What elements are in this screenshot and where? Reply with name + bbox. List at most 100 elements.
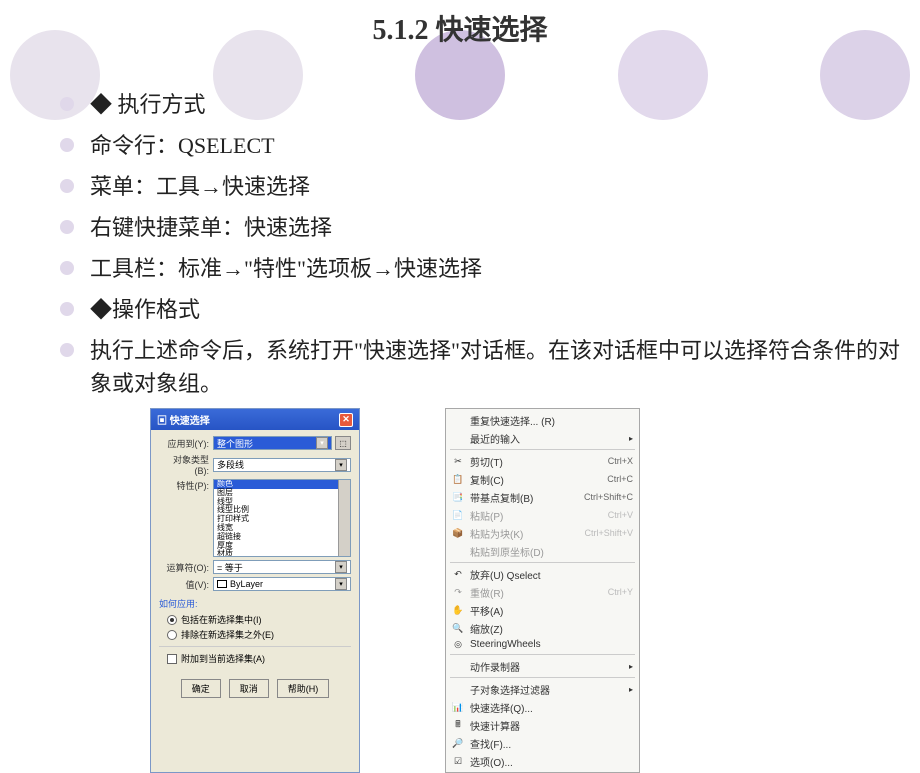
bullet-icon (60, 302, 74, 316)
menu-icon: 📦 (450, 527, 466, 539)
menu-item[interactable]: 重复快速选择... (R) (446, 411, 639, 429)
checkbox-append[interactable]: 附加到当前选择集(A) (167, 652, 351, 665)
menu-icon: ✂ (450, 455, 466, 467)
menu-item: ↷重做(R)Ctrl+Y (446, 583, 639, 601)
menu-separator (450, 562, 635, 563)
menu-icon (450, 683, 466, 695)
howapply-label: 如何应用: (159, 597, 351, 610)
label-objtype: 对象类型(B): (159, 453, 209, 476)
menu-label: 粘贴(P) (470, 508, 608, 523)
scrollbar[interactable] (338, 480, 350, 556)
menu-label: 子对象选择过滤器 (470, 682, 629, 697)
menu-icon (450, 660, 466, 672)
bullet-icon (60, 343, 74, 357)
bullet-icon (60, 179, 74, 193)
menu-item[interactable]: ◎ SteeringWheels (446, 637, 639, 652)
cancel-button[interactable]: 取消 (229, 679, 269, 698)
chevron-down-icon: ▾ (335, 561, 347, 573)
list-item[interactable]: 材质 (214, 550, 350, 557)
label-operator: 运算符(O): (159, 561, 209, 574)
menu-separator (450, 654, 635, 655)
help-button[interactable]: 帮助(H) (277, 679, 330, 698)
content-area: ◆ 执行方式 命令行：QSELECT 菜单：工具→快速选择 右键快捷菜单：快速选… (0, 48, 920, 773)
menu-item[interactable]: 子对象选择过滤器▸ (446, 680, 639, 698)
menu-icon: 📄 (450, 509, 466, 521)
context-menu: 重复快速选择... (R)最近的输入▸✂剪切(T)Ctrl+X📋复制(C)Ctr… (445, 408, 640, 773)
bullet-text: 菜单：工具→快速选择 (90, 170, 310, 203)
bullet-text: 右键快捷菜单：快速选择 (90, 211, 332, 244)
menu-item[interactable]: 最近的输入▸ (446, 429, 639, 447)
menu-separator (450, 449, 635, 450)
menu-label: 粘贴为块(K) (470, 526, 584, 541)
menu-icon (450, 414, 466, 426)
menu-item[interactable]: ☑选项(O)... (446, 752, 639, 770)
bullet-text: ◆ 执行方式 (90, 88, 206, 121)
menu-item[interactable]: ✂剪切(T)Ctrl+X (446, 452, 639, 470)
chevron-down-icon: ▾ (335, 459, 347, 471)
menu-label: 放弃(U) Qselect (470, 567, 633, 582)
list-item[interactable]: 超链接 (214, 533, 350, 542)
bullet-icon (60, 261, 74, 275)
menu-icon: ↶ (450, 568, 466, 580)
menu-label: SteeringWheels (470, 639, 633, 650)
menu-label: 查找(F)... (470, 736, 633, 751)
pick-objects-button[interactable]: ⬚ (335, 436, 351, 450)
menu-item[interactable]: 🔎 查找(F)... (446, 734, 639, 752)
menu-label: 最近的输入 (470, 431, 629, 446)
menu-item[interactable]: 📋复制(C)Ctrl+C (446, 470, 639, 488)
radio-include[interactable]: 包括在新选择集中(I) (167, 613, 351, 626)
menu-separator (450, 677, 635, 678)
menu-label: 重复快速选择... (R) (470, 413, 633, 428)
menu-label: 平移(A) (470, 603, 633, 618)
dialog-title-text: 快速选择 (170, 416, 210, 427)
menu-icon (450, 545, 466, 557)
menu-item[interactable]: ✋ 平移(A) (446, 601, 639, 619)
applyto-select[interactable]: 整个图形▾ (213, 436, 332, 450)
menu-shortcut: Ctrl+C (607, 474, 633, 484)
menu-item[interactable]: 🖩快速计算器 (446, 716, 639, 734)
menu-item[interactable]: 🔍 缩放(Z) (446, 619, 639, 637)
menu-item[interactable]: ↶ 放弃(U) Qselect (446, 565, 639, 583)
checkbox-icon (167, 654, 177, 664)
bullet-text: 命令行：QSELECT (90, 129, 275, 162)
list-item[interactable]: 颜色 (214, 480, 350, 489)
menu-icon: 🔎 (450, 737, 466, 749)
menu-item[interactable]: 📑带基点复制(B)Ctrl+Shift+C (446, 488, 639, 506)
list-item[interactable]: 图层 (214, 489, 350, 498)
chevron-down-icon: ▾ (335, 578, 347, 590)
operator-select[interactable]: = 等于▾ (213, 560, 351, 574)
bullet-text: ◆操作格式 (90, 293, 200, 326)
menu-label: 动作录制器 (470, 659, 629, 674)
close-icon[interactable]: ✕ (339, 413, 353, 427)
chevron-right-icon: ▸ (629, 434, 633, 443)
list-item[interactable]: 厚度 (214, 542, 350, 551)
menu-shortcut: Ctrl+Shift+V (584, 528, 633, 538)
menu-label: 粘贴到原坐标(D) (470, 544, 633, 559)
menu-label: 缩放(Z) (470, 621, 633, 636)
menu-icon: ✋ (450, 604, 466, 616)
label-value: 值(V): (159, 578, 209, 591)
menu-icon: 🔍 (450, 622, 466, 634)
radio-exclude[interactable]: 排除在新选择集之外(E) (167, 628, 351, 641)
menu-label: 重做(R) (470, 585, 608, 600)
bullet-icon (60, 220, 74, 234)
objtype-select[interactable]: 多段线▾ (213, 458, 351, 472)
menu-item: 📦 粘贴为块(K)Ctrl+Shift+V (446, 524, 639, 542)
page-title: 5.1.2 快速选择 (0, 0, 920, 48)
bullet-icon (60, 97, 74, 111)
list-item[interactable]: 打印样式 (214, 515, 350, 524)
value-select[interactable]: ByLayer▾ (213, 577, 351, 591)
menu-item[interactable]: 📊快速选择(Q)... (446, 698, 639, 716)
chevron-right-icon: ▸ (629, 685, 633, 694)
label-applyto: 应用到(Y): (159, 437, 209, 450)
menu-label: 快速选择(Q)... (470, 700, 633, 715)
dialog-titlebar: ▣ 快速选择 ✕ (151, 409, 359, 430)
menu-item[interactable]: 动作录制器▸ (446, 657, 639, 675)
menu-label: 选项(O)... (470, 754, 633, 769)
property-listbox[interactable]: 颜色 图层 线型 线型比例 打印样式 线宽 超链接 厚度 材质 顶点 X 坐标 … (213, 479, 351, 557)
menu-icon: ◎ (450, 639, 466, 651)
menu-item: 📄粘贴(P)Ctrl+V (446, 506, 639, 524)
menu-icon: ↷ (450, 586, 466, 598)
ok-button[interactable]: 确定 (181, 679, 221, 698)
color-swatch-icon (217, 580, 227, 588)
